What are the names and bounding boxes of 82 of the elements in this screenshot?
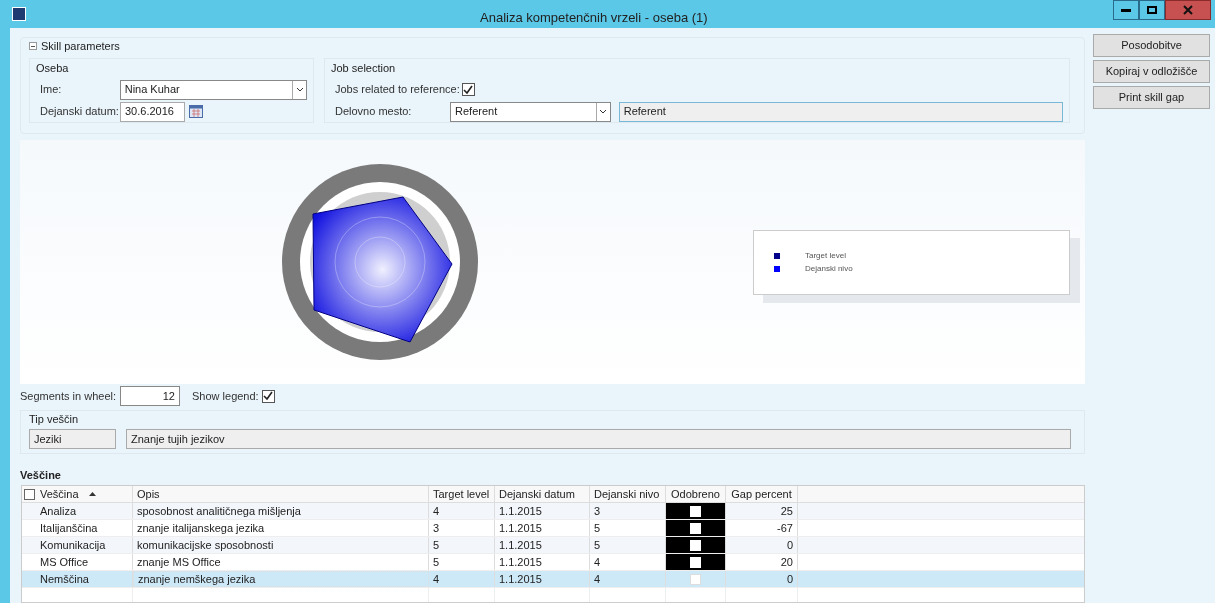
table-cell: znanje italijanskega jezika	[133, 520, 429, 536]
table-row[interactable]: Komunikacija komunikacijske sposobnosti 5 1.1.2015 5 0	[22, 537, 1084, 554]
table-cell: 1.1.2015	[495, 503, 590, 519]
legend-label: Target level	[805, 249, 846, 262]
select-all-checkbox[interactable]	[23, 488, 35, 500]
job-name-field: Referent	[618, 101, 1063, 122]
table-cell: 1.1.2015	[495, 520, 590, 536]
table-cell: Komunikacija	[36, 537, 133, 553]
table-cell: komunikacijske sposobnosti	[133, 537, 429, 553]
approved-checkbox[interactable]	[690, 505, 701, 517]
close-icon	[1183, 5, 1193, 15]
table-cell: 4	[590, 571, 666, 587]
name-dropdown[interactable]: Nina Kuhar	[119, 79, 307, 100]
table-row[interactable]: Italijanščina znanje italijanskega jezika 3 1.1.2015 5 -67	[22, 520, 1084, 537]
field-label: Show legend:	[192, 388, 259, 404]
approved-checkbox[interactable]	[690, 573, 701, 585]
group-title: Skill parameters	[41, 38, 120, 54]
table-row[interactable]: Nemščina znanje nemškega jezika 4 1.1.2015 4 0	[22, 571, 1084, 588]
table-cell: 3	[429, 520, 495, 536]
table-cell: 1.1.2015	[495, 571, 590, 587]
field-label: Dejanski datum:	[39, 104, 120, 120]
table-row[interactable]: Analiza sposobnost analitičnega mišljenja 4 1.1.2015 3 25	[22, 503, 1084, 520]
minimize-button[interactable]	[1113, 0, 1139, 20]
column-header[interactable]: Opis	[133, 486, 429, 502]
segments-field[interactable]: 12	[120, 386, 180, 406]
table-cell: -67	[726, 520, 798, 536]
date-field[interactable]: 30.6.2016	[120, 101, 185, 122]
table-cell: sposobnost analitičnega mišljenja	[133, 503, 429, 519]
job-dropdown[interactable]: Referent	[450, 101, 611, 122]
table-cell: znanje nemškega jezika	[133, 571, 429, 587]
skill-type-name-field: Znanje tujih jezikov	[126, 429, 1071, 449]
action-button[interactable]: Print skill gap	[1093, 86, 1210, 109]
chevron-down-icon	[295, 87, 304, 92]
table-cell: 1.1.2015	[495, 537, 590, 553]
group-title: Oseba	[36, 61, 70, 76]
action-button[interactable]: Posodobitve	[1093, 34, 1210, 57]
table-cell: 25	[726, 503, 798, 519]
column-header[interactable]: Dejanski nivo	[590, 486, 666, 502]
field-label: Segments in wheel:	[20, 388, 117, 404]
group-title: Tip veščin	[29, 412, 80, 425]
column-header[interactable]: Target level	[429, 486, 495, 502]
app-icon	[12, 7, 26, 21]
table-cell: 5	[429, 537, 495, 553]
skill-type-code-field: Jeziki	[29, 429, 116, 449]
calendar-icon[interactable]	[189, 105, 203, 118]
table-cell: Analiza	[36, 503, 133, 519]
related-checkbox[interactable]	[461, 83, 475, 96]
table-cell: 1.1.2015	[495, 554, 590, 570]
legend-checkbox[interactable]	[261, 389, 275, 403]
maximize-button[interactable]	[1139, 0, 1165, 20]
window-title: Analiza kompetenčnih vrzeli - oseba (1)	[480, 9, 708, 27]
column-header[interactable]: Odobreno	[666, 486, 726, 502]
field-label: Ime:	[39, 82, 63, 98]
table-cell: 0	[726, 537, 798, 553]
check-icon	[463, 84, 474, 95]
column-header[interactable]: Dejanski datum	[495, 486, 590, 502]
table-cell: 0	[726, 571, 798, 587]
close-button[interactable]	[1165, 0, 1211, 20]
column-header[interactable]: Gap percent	[726, 486, 798, 502]
check-icon	[263, 391, 274, 401]
approved-checkbox[interactable]	[690, 522, 701, 534]
table-cell: Italijanščina	[36, 520, 133, 536]
approved-checkbox[interactable]	[690, 556, 701, 568]
chevron-down-icon	[599, 109, 608, 114]
collapse-icon[interactable]	[29, 42, 37, 50]
table-cell: znanje MS Office	[133, 554, 429, 570]
field-label: Jobs related to reference:	[334, 82, 460, 98]
table-cell: 4	[429, 503, 495, 519]
column-header[interactable]: Veščina	[36, 486, 133, 502]
table-cell: MS Office	[36, 554, 133, 570]
table-cell: 5	[429, 554, 495, 570]
table-cell: 4	[429, 571, 495, 587]
section-title: Veščine	[20, 468, 62, 483]
group-title: Job selection	[331, 61, 397, 76]
sort-ascending-icon	[88, 492, 96, 496]
legend-label: Dejanski nivo	[805, 262, 853, 275]
table-cell: Nemščina	[36, 571, 133, 587]
action-button[interactable]: Kopiraj v odložišče	[1093, 60, 1210, 83]
table-cell: 20	[726, 554, 798, 570]
approved-checkbox[interactable]	[690, 539, 701, 551]
field-label: Delovno mesto:	[334, 104, 413, 120]
table-row[interactable]: MS Office znanje MS Office 5 1.1.2015 4 20	[22, 554, 1084, 571]
